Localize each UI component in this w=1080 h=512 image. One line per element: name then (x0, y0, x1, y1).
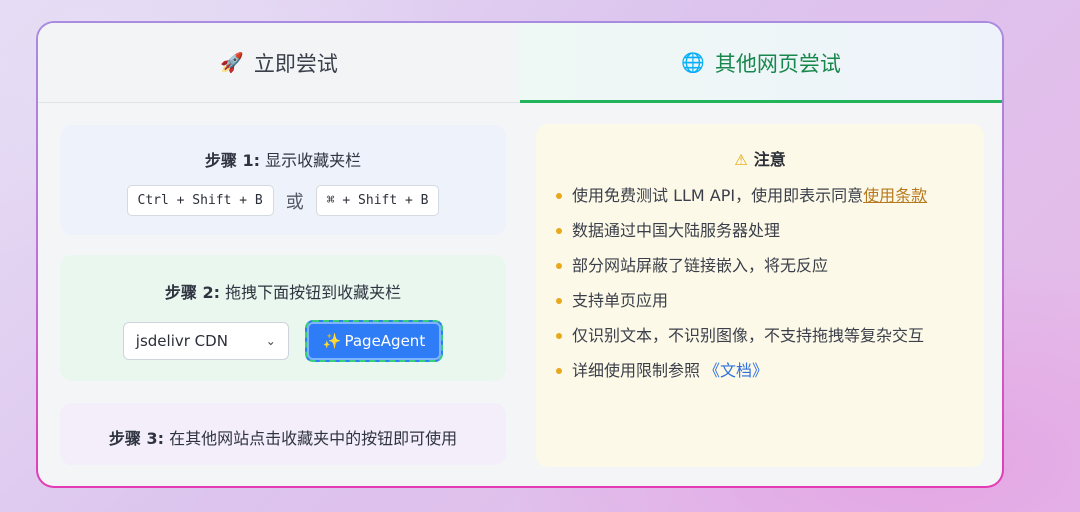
cdn-select-value: jsdelivr CDN (135, 332, 228, 350)
notice-item-text: 数据通过中国大陆服务器处理 (572, 221, 781, 240)
notice-item: 使用免费测试 LLM API，使用即表示同意使用条款 (556, 184, 964, 208)
page-agent-bookmarklet-button[interactable]: ✨ PageAgent (304, 320, 444, 362)
notice-item-text: 仅识别文本，不识别图像，不支持拖拽等复杂交互 (572, 326, 925, 345)
step-2-prefix: 步骤 2: (164, 283, 220, 302)
warning-icon: ⚠ (734, 151, 748, 169)
step-3-title: 步骤 3: 在其他网站点击收藏夹中的按钮即可使用 (60, 425, 506, 449)
notice-list: 使用免费测试 LLM API，使用即表示同意使用条款 数据通过中国大陆服务器处理… (556, 184, 964, 383)
globe-icon: 🌐 (681, 52, 705, 74)
notice-item-text: 详细使用限制参照 (572, 361, 701, 380)
step-2-title: 步骤 2: 拖拽下面按钮到收藏夹栏 (60, 279, 506, 303)
step-3-prefix: 步骤 3: (108, 429, 164, 448)
step-2-controls: jsdelivr CDN ⌄ ✨ PageAgent (60, 320, 506, 362)
notice-item: 详细使用限制参照 《文档》 (556, 359, 964, 383)
sparkles-icon: ✨ (322, 332, 342, 350)
chevron-down-icon: ⌄ (265, 334, 276, 348)
notice-item: 仅识别文本，不识别图像，不支持拖拽等复杂交互 (556, 324, 964, 348)
notice-item-text: 支持单页应用 (572, 291, 669, 310)
rocket-icon: 🚀 (220, 52, 244, 74)
step-1-title: 步骤 1: 显示收藏夹栏 (60, 147, 506, 171)
step-1-text: 显示收藏夹栏 (265, 151, 362, 170)
notice-item: 支持单页应用 (556, 289, 964, 313)
page-agent-button-label: PageAgent (344, 332, 426, 350)
shortcut-row: Ctrl + Shift + B 或 ⌘ + Shift + B (60, 185, 506, 216)
docs-link[interactable]: 《文档》 (704, 361, 768, 380)
shortcut-windows: Ctrl + Shift + B (126, 185, 274, 216)
tab-bar: 🚀 立即尝试 🌐 其他网页尝试 (38, 23, 1002, 103)
notice-item: 部分网站屏蔽了链接嵌入，将无反应 (556, 254, 964, 278)
notice-item-text: 部分网站屏蔽了链接嵌入，将无反应 (572, 256, 829, 275)
terms-link[interactable]: 使用条款 (863, 186, 927, 205)
notice-item-text: 使用免费测试 LLM API，使用即表示同意 (572, 186, 864, 205)
try-card: 🚀 立即尝试 🌐 其他网页尝试 步骤 1: 显示收藏夹栏 Ctrl + Shif… (36, 21, 1004, 488)
shortcut-mac: ⌘ + Shift + B (315, 185, 440, 216)
notice-panel: ⚠ 注意 使用免费测试 LLM API，使用即表示同意使用条款 数据通过中国大陆服… (536, 124, 984, 467)
step-1-prefix: 步骤 1: (204, 151, 260, 170)
tab-other-pages-label: 其他网页尝试 (714, 51, 841, 76)
step-2-panel: 步骤 2: 拖拽下面按钮到收藏夹栏 jsdelivr CDN ⌄ ✨ PageA… (60, 255, 506, 381)
or-label: 或 (285, 191, 304, 213)
try-card-inner: 🚀 立即尝试 🌐 其他网页尝试 步骤 1: 显示收藏夹栏 Ctrl + Shif… (38, 23, 1002, 486)
notice-title: ⚠ 注意 (556, 146, 964, 170)
notice-title-text: 注意 (753, 150, 786, 169)
step-1-panel: 步骤 1: 显示收藏夹栏 Ctrl + Shift + B 或 ⌘ + Shif… (60, 125, 506, 235)
tab-try-now[interactable]: 🚀 立即尝试 (38, 23, 520, 102)
notice-item: 数据通过中国大陆服务器处理 (556, 219, 964, 243)
step-2-text: 拖拽下面按钮到收藏夹栏 (225, 283, 402, 302)
step-3-text: 在其他网站点击收藏夹中的按钮即可使用 (169, 429, 458, 448)
tab-other-pages[interactable]: 🌐 其他网页尝试 (520, 23, 1002, 103)
step-3-panel: 步骤 3: 在其他网站点击收藏夹中的按钮即可使用 (60, 403, 506, 465)
cdn-select[interactable]: jsdelivr CDN ⌄ (122, 322, 289, 360)
tab-try-now-label: 立即尝试 (253, 51, 338, 76)
